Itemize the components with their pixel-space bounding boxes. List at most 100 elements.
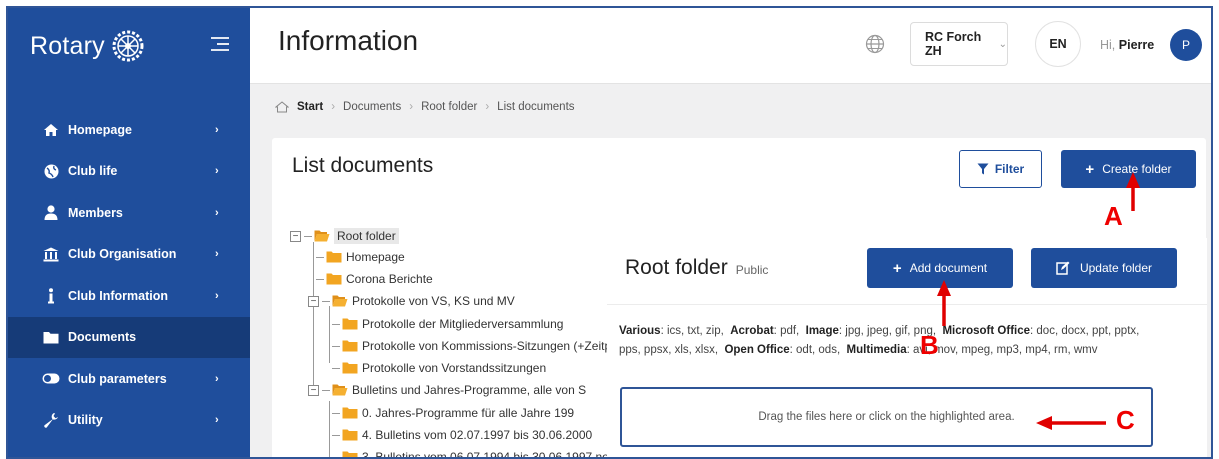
collapse-icon[interactable]: − — [308, 384, 319, 396]
sidebar-item-utility[interactable]: Utility › — [8, 400, 250, 442]
tree-node-homepage[interactable]: Homepage — [316, 250, 405, 264]
sidebar-item-label: Club Organisation — [68, 247, 177, 262]
filetype-name: Acrobat — [730, 325, 774, 337]
chevron-right-icon: › — [215, 372, 219, 385]
tree-node-root[interactable]: − Root folder — [290, 228, 399, 244]
menu-collapse-icon[interactable] — [209, 33, 231, 55]
avatar[interactable]: P — [1170, 29, 1202, 61]
collapse-icon[interactable]: − — [308, 295, 319, 307]
tree-branch — [322, 389, 330, 391]
toggle-icon — [42, 371, 60, 387]
breadcrumb: Start › Documents › Root folder › List d… — [275, 101, 575, 113]
sidebar-item-members[interactable]: Members › — [8, 192, 250, 234]
tree-node-corona[interactable]: Corona Berichte — [316, 272, 433, 286]
tree-branch — [332, 456, 340, 457]
club-select[interactable]: RC Forch ZH ⌄ — [910, 22, 1008, 66]
add-document-label: Add document — [909, 261, 988, 275]
tree-line — [313, 242, 314, 334]
sidebar-item-club-life[interactable]: Club life › — [8, 151, 250, 193]
language-globe-icon[interactable] — [865, 34, 885, 54]
folder-open-icon — [332, 384, 348, 396]
sidebar-item-club-organisation[interactable]: Club Organisation › — [8, 234, 250, 276]
folder-visibility: Public — [735, 263, 769, 277]
folder-icon — [342, 318, 358, 330]
sidebar-item-label: Club Information — [68, 288, 168, 303]
tree-node-mitglieder[interactable]: Protokolle der Mitgliederversammlung — [332, 317, 563, 331]
folder-icon — [42, 329, 60, 345]
plus-icon: + — [892, 259, 902, 277]
file-dropzone[interactable]: Drag the files here or click on the high… — [620, 387, 1153, 447]
tree-label: Corona Berichte — [346, 272, 433, 286]
plus-icon: + — [1085, 160, 1095, 178]
home-icon[interactable] — [275, 101, 289, 113]
filetype-ext: avi, mov, mpeg, mp3, mp4, rm, wmv — [913, 344, 1098, 356]
tree-branch — [332, 412, 340, 414]
filetype-name: Multimedia — [846, 344, 907, 356]
tree-node-jahresprogramme[interactable]: 0. Jahres-Programme für alle Jahre 199 — [332, 406, 574, 420]
chevron-right-icon: › — [215, 123, 219, 136]
edit-icon — [1056, 261, 1070, 275]
sidebar-nav: Homepage › Club life › Members › Club Or… — [8, 109, 250, 441]
update-folder-button[interactable]: Update folder — [1031, 248, 1177, 288]
breadcrumb-root-folder[interactable]: Root folder — [421, 101, 477, 113]
tree-label: 3. Bulletins vom 06.07.1994 bis 30.06.19… — [362, 450, 646, 459]
filetype-name: Microsoft Office — [942, 325, 1031, 337]
tree-label: 0. Jahres-Programme für alle Jahre 199 — [362, 406, 575, 420]
tree-node-bulletins-1997[interactable]: 4. Bulletins vom 02.07.1997 bis 30.06.20… — [332, 428, 592, 442]
sidebar-item-label: Homepage — [68, 122, 132, 137]
tree-node-bulletins[interactable]: − Bulletins und Jahres-Programme, alle v… — [308, 383, 586, 397]
greeting-text: Hi, — [1100, 38, 1116, 52]
divider — [607, 304, 1207, 305]
chevron-down-icon: ⌄ — [998, 38, 1007, 50]
sidebar-item-club-parameters[interactable]: Club parameters › — [8, 358, 250, 400]
chevron-right-icon: › — [215, 165, 219, 178]
app-frame: Rotary Homepage › Club life › Members › … — [6, 6, 1213, 459]
tree-node-bulletins-1994[interactable]: 3. Bulletins vom 06.07.1994 bis 30.06.19… — [332, 450, 646, 459]
folder-title-text: Root folder — [625, 256, 728, 279]
folder-icon — [342, 429, 358, 441]
allowed-filetypes: Various: ics, txt, zip, Acrobat: pdf, Im… — [619, 325, 1140, 356]
collapse-icon[interactable]: − — [290, 230, 301, 242]
tree-label: Bulletins und Jahres-Programme, alle von… — [352, 383, 587, 397]
add-document-button[interactable]: + Add document — [867, 248, 1013, 288]
breadcrumb-start[interactable]: Start — [297, 101, 323, 113]
tree-label: Homepage — [346, 250, 405, 264]
user-icon — [42, 205, 60, 221]
create-folder-button[interactable]: + Create folder — [1061, 150, 1196, 188]
folder-title: Root folder Public — [625, 256, 768, 280]
tree-label: Protokolle von Vorstandssitzungen — [362, 361, 547, 375]
filter-button[interactable]: Filter — [959, 150, 1042, 188]
filetype-name: Image — [805, 325, 839, 337]
folder-icon — [342, 407, 358, 419]
tree-label: Protokolle der Mitgliederversammlung — [362, 317, 564, 331]
tree-line — [329, 401, 330, 457]
tree-label: Protokolle von VS, KS und MV — [352, 294, 515, 308]
annotation-a: A — [1104, 201, 1123, 231]
tree-branch — [316, 256, 324, 258]
chevron-right-icon: › — [215, 414, 219, 427]
tree-branch — [332, 367, 340, 369]
filetype-name: Various — [619, 325, 661, 337]
tree-branch — [332, 345, 340, 347]
chevron-right-icon: › — [215, 206, 219, 219]
card-title: List documents — [292, 154, 434, 177]
tree-label: Root folder — [334, 228, 399, 244]
sidebar-item-label: Club parameters — [68, 371, 167, 386]
user-greeting: Hi, Pierre — [1100, 38, 1154, 52]
sidebar-item-club-information[interactable]: Club Information › — [8, 275, 250, 317]
sidebar-item-homepage[interactable]: Homepage › — [8, 109, 250, 151]
sidebar-item-label: Members — [68, 205, 123, 220]
tree-branch — [304, 235, 312, 237]
breadcrumb-documents[interactable]: Documents — [343, 101, 401, 113]
tree-node-protokolle[interactable]: − Protokolle von VS, KS und MV — [308, 294, 515, 308]
sidebar-item-documents[interactable]: Documents — [8, 316, 250, 358]
sidebar-item-label: Club life — [68, 164, 118, 179]
tree-node-vorstand[interactable]: Protokolle von Vorstandssitzungen — [332, 361, 546, 375]
sidebar-item-label: Documents — [68, 330, 137, 345]
sidebar-item-label: Utility — [68, 413, 103, 428]
filetype-ext: ics, txt, zip, — [666, 325, 724, 337]
language-button[interactable]: EN — [1035, 21, 1081, 67]
folder-icon — [342, 451, 358, 457]
breadcrumb-separator: › — [485, 101, 490, 113]
tree-branch — [316, 278, 324, 280]
